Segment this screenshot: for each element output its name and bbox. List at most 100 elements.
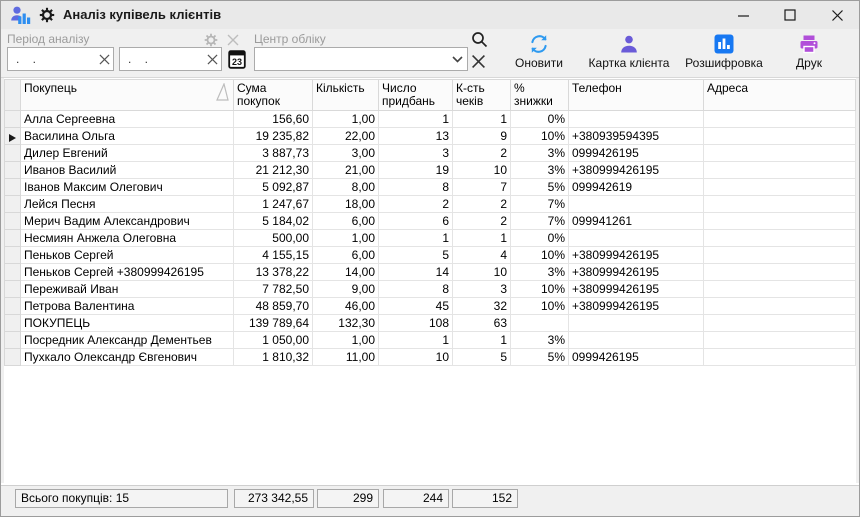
cell-buyer[interactable]: Переживай Иван <box>21 281 234 298</box>
cell-buyer[interactable]: Петрова Валентина <box>21 298 234 315</box>
table-row[interactable]: Переживай Иван7 782,509,008310%+38099942… <box>5 281 856 298</box>
period-settings-gear-icon[interactable] <box>204 33 218 47</box>
cell-qty[interactable]: 8,00 <box>313 179 379 196</box>
cell-discount[interactable]: 3% <box>511 332 569 349</box>
close-button[interactable] <box>820 4 854 26</box>
date-from-input[interactable]: . . <box>7 47 114 71</box>
cell-buyer[interactable]: Посредник Александр Дементьев <box>21 332 234 349</box>
cell-discount[interactable]: 7% <box>511 196 569 213</box>
cell-qty[interactable]: 3,00 <box>313 145 379 162</box>
cell-purchases[interactable]: 3 <box>379 145 453 162</box>
cell-discount[interactable]: 3% <box>511 162 569 179</box>
cell-address[interactable] <box>704 230 856 247</box>
cell-address[interactable] <box>704 162 856 179</box>
cell-sum[interactable]: 3 887,73 <box>234 145 313 162</box>
cell-phone[interactable]: +380939594395 <box>569 128 704 145</box>
cell-phone[interactable]: +380999426195 <box>569 247 704 264</box>
table-row[interactable]: Пеньков Сергей +38099942619513 378,2214,… <box>5 264 856 281</box>
cell-discount[interactable]: 10% <box>511 247 569 264</box>
cell-qty[interactable]: 22,00 <box>313 128 379 145</box>
cell-phone[interactable] <box>569 111 704 128</box>
column-header-purchases[interactable]: Число придбань <box>379 80 453 111</box>
cell-address[interactable] <box>704 213 856 230</box>
cell-address[interactable] <box>704 315 856 332</box>
cell-address[interactable] <box>704 332 856 349</box>
cell-address[interactable] <box>704 349 856 366</box>
cell-purchases[interactable]: 1 <box>379 111 453 128</box>
cell-qty[interactable]: 11,00 <box>313 349 379 366</box>
cell-phone[interactable]: 0999426195 <box>569 145 704 162</box>
cell-buyer[interactable]: Пеньков Сергей <box>21 247 234 264</box>
cell-phone[interactable]: 0999426195 <box>569 349 704 366</box>
cell-address[interactable] <box>704 298 856 315</box>
cell-buyer[interactable]: Лейся Песня <box>21 196 234 213</box>
cell-sum[interactable]: 5 184,02 <box>234 213 313 230</box>
cell-purchases[interactable]: 14 <box>379 264 453 281</box>
table-row[interactable]: Пеньков Сергей4 155,156,005410%+38099942… <box>5 247 856 264</box>
table-row[interactable]: Іванов Максим Олегович5 092,878,00875%09… <box>5 179 856 196</box>
cell-qty[interactable]: 1,00 <box>313 230 379 247</box>
cell-qty[interactable]: 14,00 <box>313 264 379 281</box>
gear-icon[interactable] <box>39 7 55 23</box>
cell-checks[interactable]: 1 <box>453 332 511 349</box>
cell-qty[interactable]: 18,00 <box>313 196 379 213</box>
cell-buyer[interactable]: Несмиян Анжела Олеговна <box>21 230 234 247</box>
cell-discount[interactable]: 0% <box>511 111 569 128</box>
breakdown-button[interactable]: Розшифровка <box>681 33 767 70</box>
cell-sum[interactable]: 7 782,50 <box>234 281 313 298</box>
search-icon[interactable] <box>471 31 488 48</box>
cell-phone[interactable] <box>569 230 704 247</box>
cell-purchases[interactable]: 45 <box>379 298 453 315</box>
cell-discount[interactable]: 7% <box>511 213 569 230</box>
cell-checks[interactable]: 1 <box>453 111 511 128</box>
column-header-qty[interactable]: Кількість <box>313 80 379 111</box>
cell-qty[interactable]: 21,00 <box>313 162 379 179</box>
cell-checks[interactable]: 2 <box>453 145 511 162</box>
cell-checks[interactable]: 7 <box>453 179 511 196</box>
column-header-sum[interactable]: Сума покупок <box>234 80 313 111</box>
cell-phone[interactable] <box>569 315 704 332</box>
cell-buyer[interactable]: Іванов Максим Олегович <box>21 179 234 196</box>
cell-purchases[interactable]: 8 <box>379 281 453 298</box>
cell-qty[interactable]: 6,00 <box>313 213 379 230</box>
cell-buyer[interactable]: Мерич Вадим Александрович <box>21 213 234 230</box>
cell-qty[interactable]: 46,00 <box>313 298 379 315</box>
cell-phone[interactable]: +380999426195 <box>569 298 704 315</box>
cell-discount[interactable]: 10% <box>511 298 569 315</box>
cell-purchases[interactable]: 8 <box>379 179 453 196</box>
cell-discount[interactable]: 5% <box>511 179 569 196</box>
column-header-address[interactable]: Адреса <box>704 80 856 111</box>
cell-checks[interactable]: 10 <box>453 264 511 281</box>
table-row[interactable]: ПОКУПЕЦЬ139 789,64132,3010863 <box>5 315 856 332</box>
cell-address[interactable] <box>704 179 856 196</box>
cell-address[interactable] <box>704 128 856 145</box>
cell-sum[interactable]: 19 235,82 <box>234 128 313 145</box>
client-card-button[interactable]: Картка клієнта <box>579 33 679 70</box>
center-combobox[interactable] <box>254 47 468 71</box>
cell-purchases[interactable]: 19 <box>379 162 453 179</box>
cell-checks[interactable]: 9 <box>453 128 511 145</box>
cell-sum[interactable]: 156,60 <box>234 111 313 128</box>
cell-sum[interactable]: 13 378,22 <box>234 264 313 281</box>
table-row[interactable]: Василина Ольга19 235,8222,0013910%+38093… <box>5 128 856 145</box>
date-from-clear-icon[interactable] <box>95 54 113 65</box>
cell-qty[interactable]: 132,30 <box>313 315 379 332</box>
cell-checks[interactable]: 2 <box>453 213 511 230</box>
cell-checks[interactable]: 1 <box>453 230 511 247</box>
column-header-buyer[interactable]: Покупець <box>21 80 234 111</box>
cell-purchases[interactable]: 13 <box>379 128 453 145</box>
table-row[interactable]: Посредник Александр Дементьев1 050,001,0… <box>5 332 856 349</box>
cell-purchases[interactable]: 6 <box>379 213 453 230</box>
cell-discount[interactable]: 3% <box>511 264 569 281</box>
cell-checks[interactable]: 2 <box>453 196 511 213</box>
cell-address[interactable] <box>704 111 856 128</box>
date-to-input[interactable]: . . <box>119 47 222 71</box>
cell-sum[interactable]: 4 155,15 <box>234 247 313 264</box>
table-row[interactable]: Дилер Евгений3 887,733,00323%0999426195 <box>5 145 856 162</box>
date-to-clear-icon[interactable] <box>203 54 221 65</box>
column-header-checks[interactable]: К-сть чеків <box>453 80 511 111</box>
cell-sum[interactable]: 1 050,00 <box>234 332 313 349</box>
cell-qty[interactable]: 6,00 <box>313 247 379 264</box>
cell-sum[interactable]: 1 810,32 <box>234 349 313 366</box>
cell-buyer[interactable]: Василина Ольга <box>21 128 234 145</box>
